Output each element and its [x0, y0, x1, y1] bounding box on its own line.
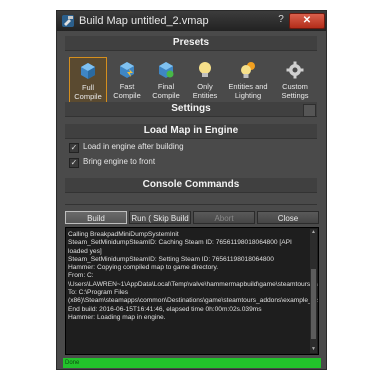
scroll-thumb[interactable]: [311, 269, 316, 339]
console-line: To: C:\Program Files (x86)\Steam\steamap…: [68, 289, 318, 305]
hammer-app-icon: [62, 15, 74, 27]
bring-to-front-label: Bring engine to front: [83, 157, 156, 166]
cube-final-icon: [159, 62, 174, 78]
preset-label-line2: Compile: [74, 92, 102, 101]
title-bar[interactable]: Build Map untitled_2.vmap ? ✕: [57, 11, 326, 31]
gear-icon: [286, 61, 304, 79]
preset-label-line2: Lighting: [234, 91, 262, 100]
bring-to-front-checkbox[interactable]: ✓: [69, 158, 79, 168]
presets-header: Presets: [65, 36, 317, 51]
preset-label-line1: Final: [157, 82, 175, 91]
bulb-sun-icon: [241, 62, 255, 78]
console-scrollbar[interactable]: ▲ ▼: [310, 229, 317, 353]
preset-label-line1: Custom: [282, 82, 308, 91]
load-map-header: Load Map in Engine: [65, 124, 317, 139]
preset-label-line2: Compile: [152, 91, 180, 100]
console-output[interactable]: Calling BreakpadMiniDumpSystemInit Steam…: [65, 227, 319, 355]
console-line: Hammer: Loading map in engine.: [68, 313, 166, 321]
cube-fast-icon: [120, 62, 134, 78]
preset-full-compile[interactable]: Full Compile: [69, 57, 107, 103]
preset-label-line2: Entities: [192, 91, 218, 100]
console-commands-header: Console Commands: [65, 178, 317, 193]
preset-custom-settings[interactable]: Custom Settings: [275, 57, 315, 103]
console-line: From: C:: [68, 272, 94, 280]
console-line: Hammer: Copying compiled map to game dir…: [68, 264, 219, 272]
load-after-build-label: Load in engine after building: [83, 142, 184, 151]
abort-button[interactable]: Abort: [193, 211, 255, 224]
run-skip-build-button[interactable]: Run ( Skip Build ): [129, 211, 191, 236]
console-line: Steam_SetMinidumpSteamID: Caching Steam …: [68, 239, 294, 255]
help-button[interactable]: ?: [275, 13, 287, 27]
console-line: End build: 2016-06-15T16:41:46, elapsed …: [68, 305, 262, 313]
console-line: Calling BreakpadMiniDumpSystemInit: [68, 231, 179, 238]
window-title: Build Map untitled_2.vmap: [79, 15, 209, 27]
preset-fast-compile[interactable]: Fast Compile: [108, 57, 146, 103]
status-bar: Done: [63, 358, 321, 368]
preset-entities-and-lighting[interactable]: Entities and Lighting: [225, 57, 271, 103]
preset-label-line2: Settings: [281, 91, 309, 100]
load-after-build-checkbox[interactable]: ✓: [69, 143, 79, 153]
preset-label-line2: Compile: [113, 91, 141, 100]
preset-label-line1: Entities and: [228, 82, 268, 91]
close-button[interactable]: Close: [257, 211, 319, 224]
divider: [65, 204, 317, 205]
bulb-icon: [199, 62, 211, 77]
preset-label-line1: Full: [81, 83, 95, 92]
scroll-up-icon[interactable]: ▲: [310, 229, 317, 236]
close-window-button[interactable]: ✕: [289, 13, 325, 29]
preset-only-entities[interactable]: Only Entities: [186, 57, 224, 103]
scroll-down-icon[interactable]: ▼: [310, 346, 317, 353]
build-map-window: Build Map untitled_2.vmap ? ✕ Presets Fu…: [56, 10, 327, 370]
build-button[interactable]: Build: [65, 211, 127, 224]
cube-icon: [81, 63, 95, 79]
preset-final-compile[interactable]: Final Compile: [147, 57, 185, 103]
preset-label-line1: Fast: [119, 82, 135, 91]
settings-expand-toggle[interactable]: [303, 104, 316, 117]
console-line: \Users\LAWREN~1\AppData\Local\Temp\valve…: [68, 280, 318, 288]
settings-header[interactable]: Settings: [65, 102, 317, 117]
console-line: Steam_SetMinidumpSteamID: Setting Steam …: [68, 255, 274, 263]
preset-label-line1: Only: [197, 82, 213, 91]
